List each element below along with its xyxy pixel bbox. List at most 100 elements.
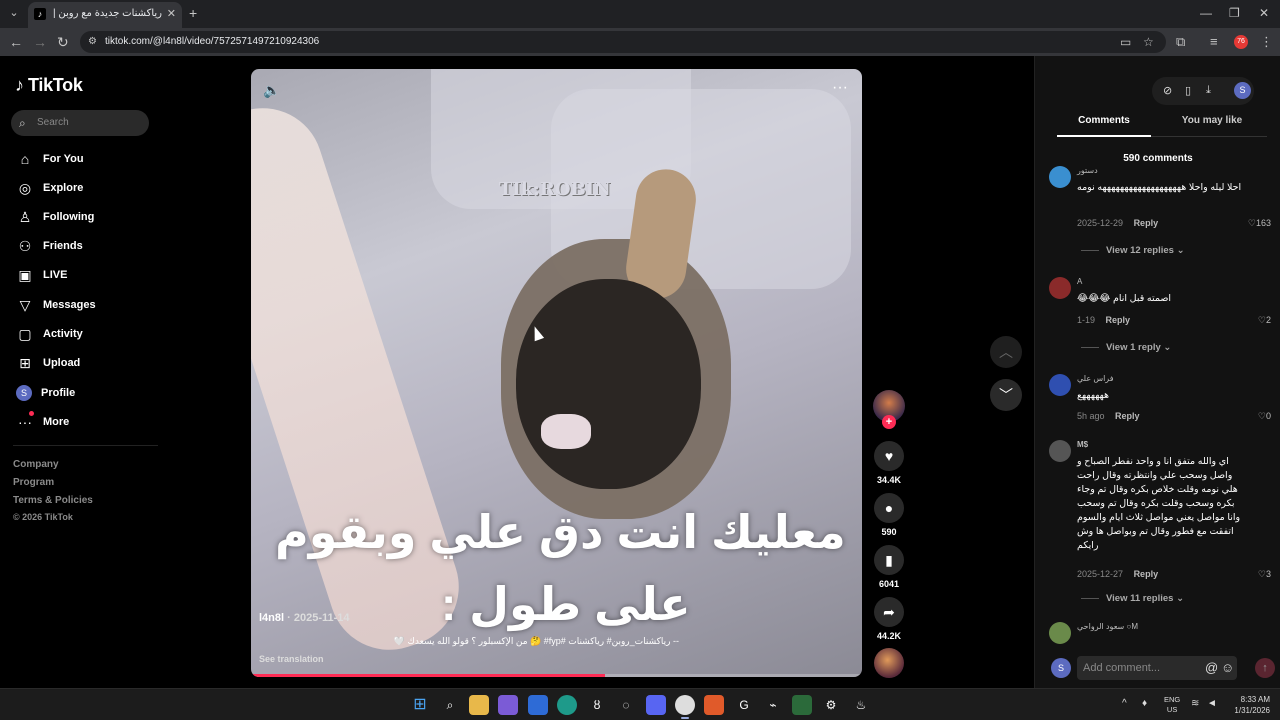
tiktok-logo[interactable]: ♪ TikTok [15,75,83,96]
sidebar-item-upload[interactable]: ⊞ Upload [16,352,156,374]
app-icon[interactable]: ⚙ [821,695,841,715]
taskbar-search-icon[interactable]: ⌕ [440,695,460,715]
download-icon[interactable]: ⤓ [1206,84,1211,97]
music-disc-avatar[interactable] [874,648,904,678]
url-text[interactable]: tiktok.com/@l4n8l/video/7572571497210924… [105,36,319,47]
comment-icon[interactable]: ● [874,493,904,523]
bookmark-icon[interactable]: ▮ [874,545,904,575]
forward-icon[interactable]: → [33,34,47,50]
video-progress-bar[interactable] [251,674,862,677]
file-explorer-icon[interactable] [469,695,489,715]
view-replies-button[interactable]: View 12 replies ⌄ [1081,245,1185,256]
comment-user[interactable]: فراس علي [1077,374,1114,383]
avatar[interactable] [1049,622,1071,644]
reply-button[interactable]: Reply [1134,569,1159,579]
share-arrow-icon[interactable]: ➦ [874,597,904,627]
wifi-icon[interactable]: ≋ [1191,698,1199,709]
comment-user[interactable]: دستور [1077,166,1098,175]
share-action[interactable]: ➦ 44.2K [873,597,905,641]
new-tab-icon[interactable]: + [189,5,197,21]
see-translation-link[interactable]: See translation [259,654,324,664]
avatar[interactable] [1049,374,1071,396]
minimize-icon[interactable]: — [1200,6,1212,20]
copilot-icon[interactable] [498,695,518,715]
address-bar[interactable]: ⚙ tiktok.com/@l4n8l/video/75725714972109… [80,31,1166,53]
store-icon[interactable] [528,695,548,715]
tab-search-icon[interactable]: ⌄ [6,5,22,21]
explore-icon[interactable]: ⊘ [1163,84,1172,97]
app-icon[interactable] [704,695,724,715]
footer-link-program[interactable]: Program [13,477,54,488]
cast-icon[interactable]: ▭ [1120,35,1131,49]
tray-chevron-up-icon[interactable]: ^ [1122,698,1127,709]
avatar[interactable]: S [1234,82,1251,99]
discord-icon[interactable] [646,695,666,715]
heart-icon[interactable]: ♥ [874,441,904,471]
extensions-icon[interactable]: ⧉ [1176,34,1185,50]
steam-icon[interactable]: ♨ [851,695,871,715]
browser-tab[interactable]: ♪ رياكشنات جديدة مع روبن | TikTok ✕ [28,2,182,28]
sidebar-item-for-you[interactable]: ⌂ For You [16,148,156,170]
comment-like[interactable]: ♡2 [1258,315,1271,326]
comment-user[interactable]: M$ [1077,440,1088,449]
system-clock[interactable]: 8:33 AM 1/31/2026 [1228,694,1270,716]
app-icon[interactable]: ȣ [587,695,607,715]
avatar[interactable] [1049,440,1071,462]
sidebar-item-more[interactable]: ··· More [16,411,156,433]
more-options-icon[interactable]: ··· [832,79,848,97]
language-indicator[interactable]: ENG US [1164,695,1180,715]
mention-icon[interactable]: @ [1205,660,1218,675]
microphone-icon[interactable]: ♦ [1142,698,1147,709]
previous-video-button[interactable]: ︿ [990,336,1022,368]
tab-close-icon[interactable]: ✕ [167,7,176,20]
save-action[interactable]: ▮ 6041 [873,545,905,589]
close-window-icon[interactable]: ✕ [1259,6,1269,20]
search-input[interactable]: ⌕ Search [11,110,149,136]
sidebar-item-friends[interactable]: ⚇ Friends [16,235,156,257]
speaker-icon[interactable]: ◄ [1207,698,1217,709]
phone-icon[interactable]: ▯ [1185,84,1191,97]
comment-like[interactable]: ♡0 [1258,411,1271,422]
comment-like[interactable]: ♡163 [1248,218,1271,229]
comment-user[interactable]: A [1077,277,1082,286]
sidebar-item-activity[interactable]: ▢ Activity [16,323,156,345]
windows-start-icon[interactable]: ⊞ [410,695,430,715]
sidebar-item-profile[interactable]: S Profile [16,382,156,404]
xbox-icon[interactable] [792,695,812,715]
restore-icon[interactable]: ❐ [1229,6,1240,20]
reply-button[interactable]: Reply [1106,315,1131,325]
footer-link-company[interactable]: Company [13,459,59,470]
app-icon[interactable]: ◌ [616,695,636,715]
footer-link-terms[interactable]: Terms & Policies [13,495,93,506]
app-icon[interactable]: G [734,695,754,715]
view-replies-button[interactable]: View 1 reply ⌄ [1081,342,1171,353]
edge-icon[interactable] [557,695,577,715]
comment-user[interactable]: سعود الرواحي ○M [1077,622,1138,631]
video-author[interactable]: l4n8l · 2025-11-14 [259,612,350,624]
bookmark-star-icon[interactable]: ☆ [1143,35,1154,49]
sidebar-item-explore[interactable]: ◎ Explore [16,177,156,199]
tab-comments[interactable]: Comments [1057,115,1151,137]
browser-profile-avatar[interactable]: 76 [1234,35,1248,49]
chrome-menu-icon[interactable]: ⋮ [1260,34,1273,50]
media-icon[interactable]: ≡ [1210,34,1218,49]
comment-action[interactable]: ● 590 [873,493,905,537]
sidebar-item-following[interactable]: ♙ Following [16,206,156,228]
avatar[interactable] [1049,277,1071,299]
tab-you-may-like[interactable]: You may like [1165,115,1259,126]
video-player[interactable]: TIk:ROBIN معليك انت دق علي وبقوم على طول… [251,69,862,677]
emoji-icon[interactable]: ☺ [1221,660,1234,675]
reload-icon[interactable]: ↻ [57,34,69,50]
sidebar-item-live[interactable]: ▣ LIVE [16,264,156,286]
comment-input[interactable]: Add comment... @ ☺ [1077,656,1237,680]
reply-button[interactable]: Reply [1115,411,1140,421]
like-action[interactable]: ♥ 34.4K [873,441,905,485]
author-name[interactable]: l4n8l [259,612,284,624]
back-icon[interactable]: ← [9,34,23,50]
volume-icon[interactable]: 🔈 [263,82,280,99]
sidebar-item-messages[interactable]: ▽ Messages [16,294,156,316]
send-comment-button[interactable]: ↑ [1255,658,1275,678]
follow-plus-icon[interactable]: + [882,415,896,429]
site-info-icon[interactable]: ⚙ [88,36,100,48]
next-video-button[interactable]: ﹀ [990,379,1022,411]
